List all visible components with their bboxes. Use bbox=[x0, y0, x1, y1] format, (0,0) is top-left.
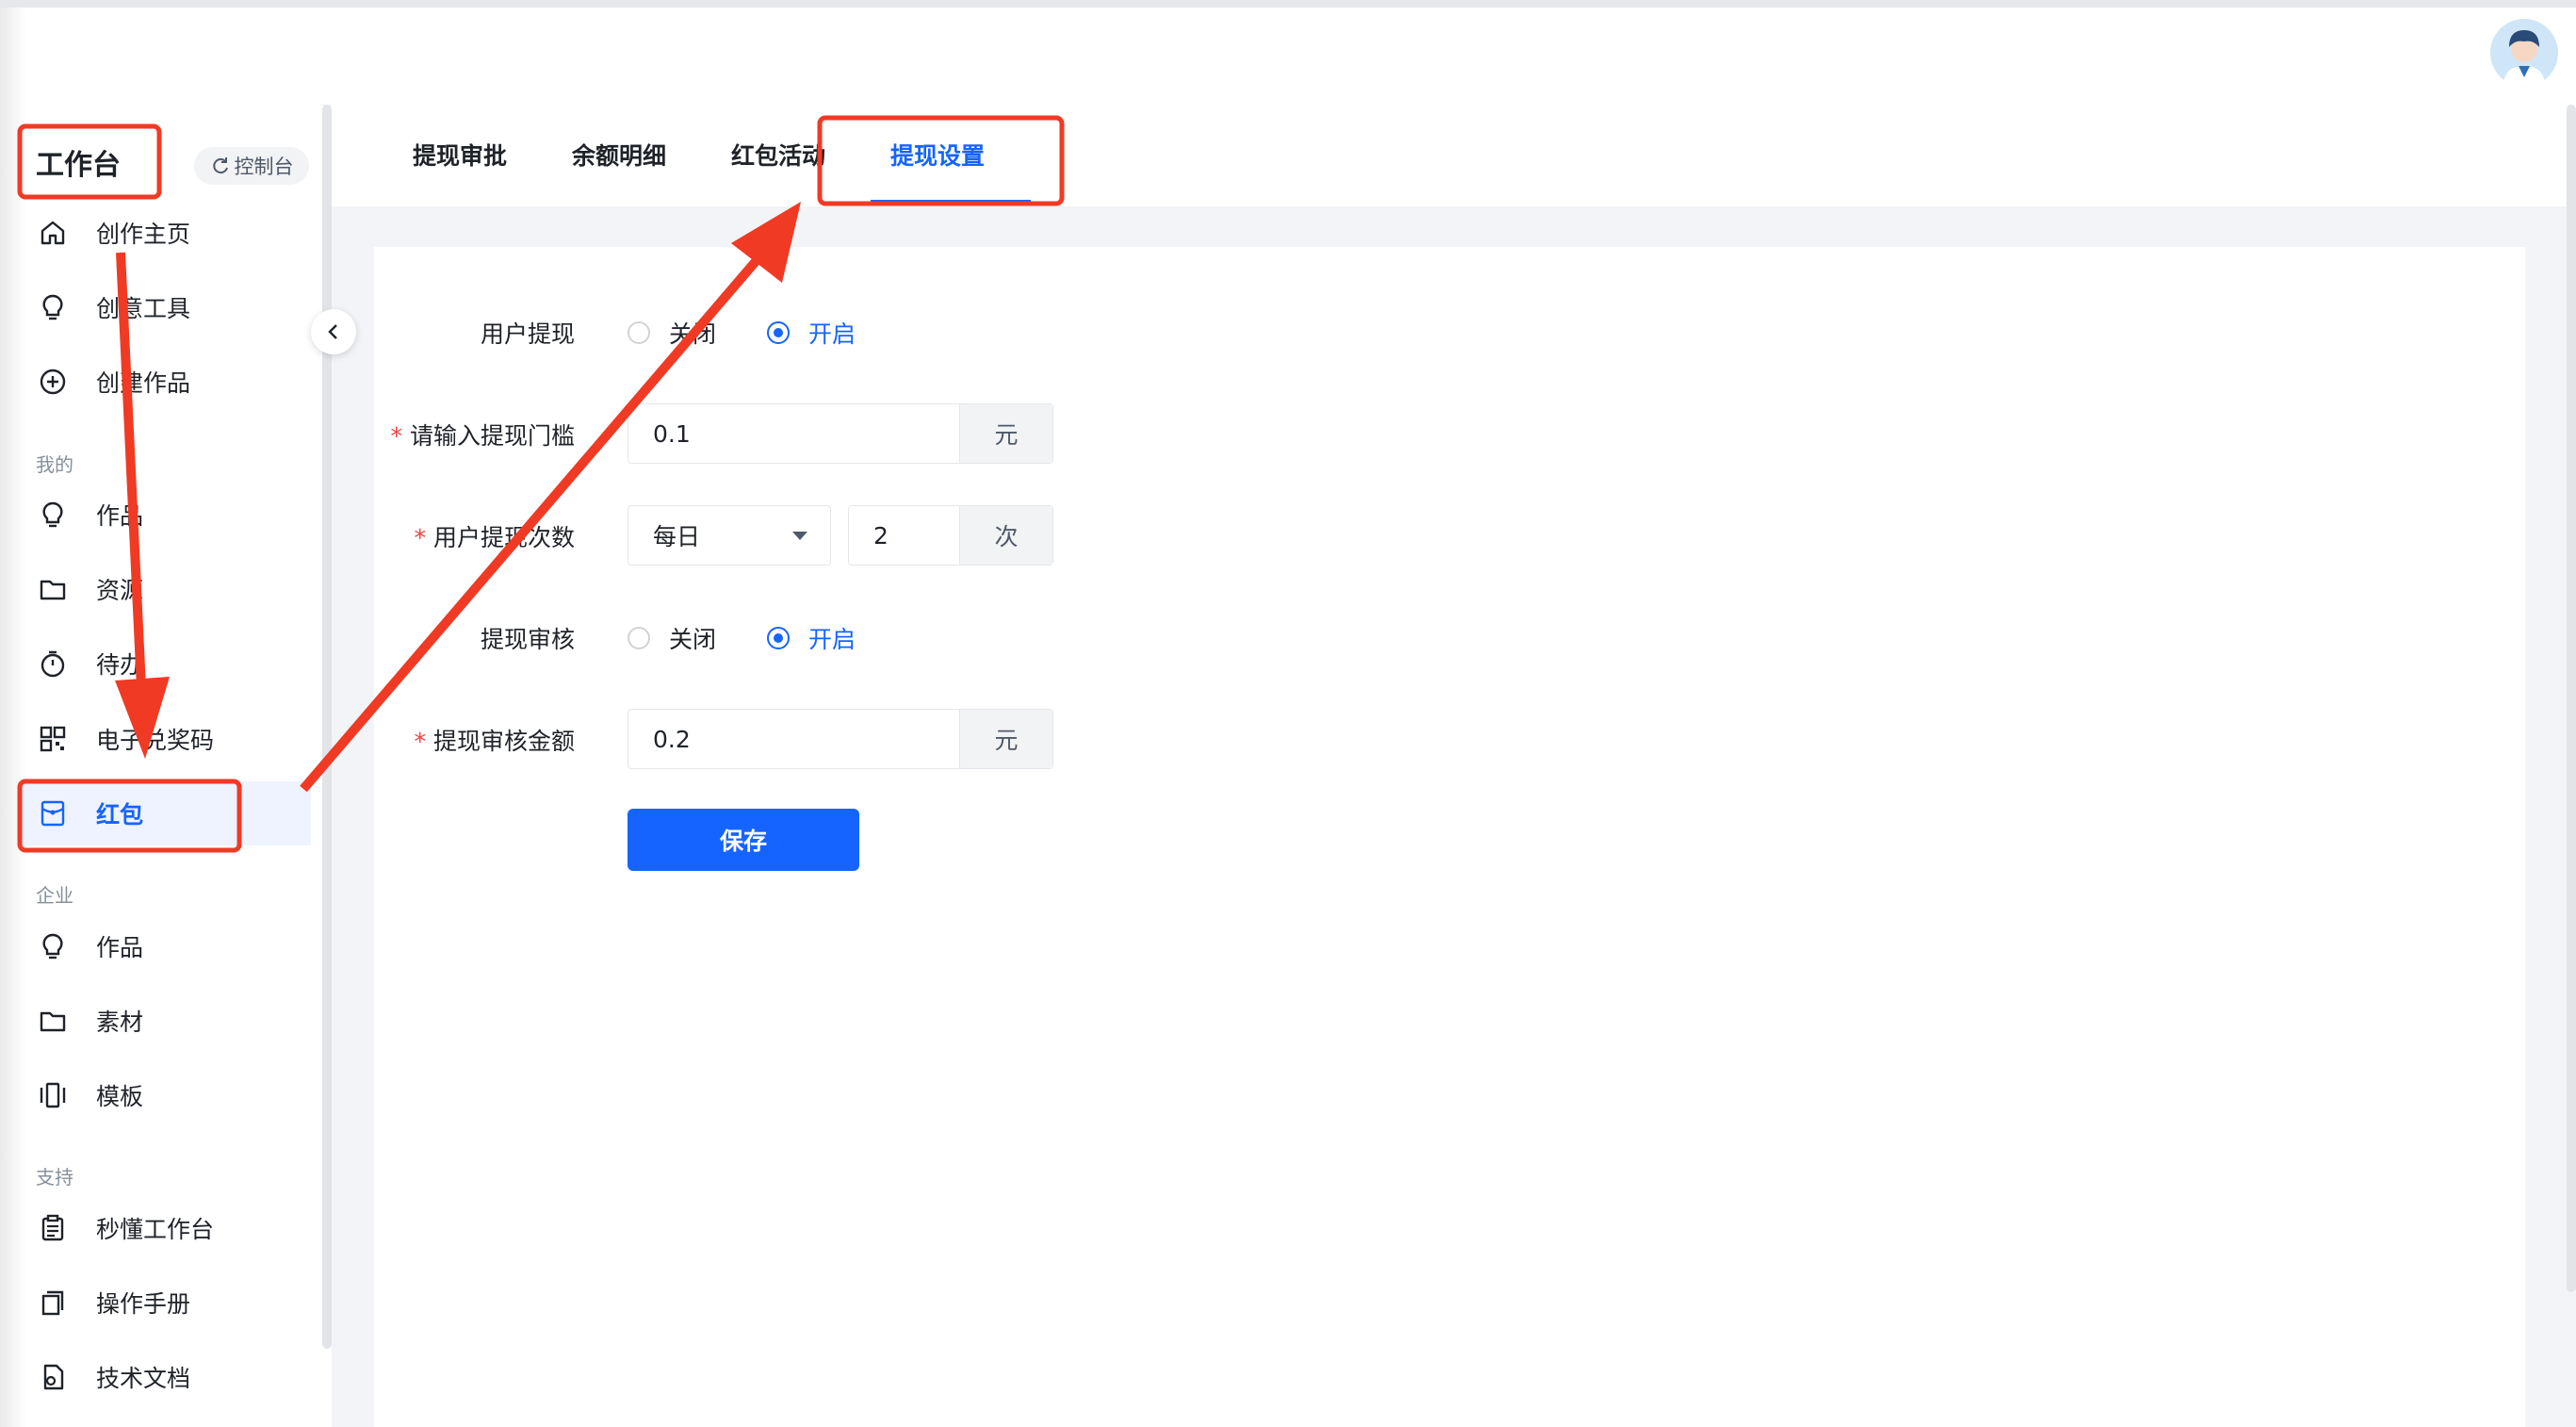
sidebar-item-label: 素材 bbox=[96, 1009, 144, 1036]
label-text: 提现审核金额 bbox=[432, 728, 575, 755]
folder-icon bbox=[36, 1004, 70, 1038]
tab-bar bbox=[332, 105, 2576, 206]
sidebar-item-manual[interactable]: 操作手册 bbox=[19, 1271, 311, 1335]
radio-circle-checked bbox=[767, 321, 790, 344]
frequency-period-value: 每日 bbox=[653, 523, 701, 550]
review-amount-unit: 元 bbox=[959, 710, 1052, 768]
radio-label: 开启 bbox=[808, 320, 856, 348]
sidebar-item-label: 创建作品 bbox=[96, 369, 191, 397]
plus-circle-icon bbox=[36, 365, 70, 399]
home-icon bbox=[36, 216, 70, 250]
active-tab-indicator bbox=[871, 200, 1031, 205]
sidebar-item-label: 模板 bbox=[96, 1083, 144, 1110]
threshold-input[interactable]: 0.1 元 bbox=[628, 403, 1053, 464]
section-label-support: 支持 bbox=[36, 1166, 73, 1189]
radio-user-withdraw-off[interactable]: 关闭 bbox=[628, 316, 716, 350]
review-amount-input[interactable]: 0.2 元 bbox=[628, 709, 1053, 769]
sidebar-item-tech-docs[interactable]: 技术文档 bbox=[19, 1345, 311, 1409]
radio-label: 开启 bbox=[808, 626, 856, 653]
avatar-icon bbox=[2490, 19, 2558, 87]
sidebar-item-red-packet[interactable]: 红包 bbox=[19, 781, 311, 845]
sidebar-item-creation-home[interactable]: 创作主页 bbox=[19, 201, 311, 265]
sidebar-item-create-work[interactable]: 创建作品 bbox=[19, 350, 311, 414]
sidebar-item-templates[interactable]: 模板 bbox=[19, 1063, 311, 1127]
threshold-unit: 元 bbox=[959, 404, 1052, 463]
field-label-frequency: * 用户提现次数 bbox=[9, 519, 575, 553]
console-button[interactable]: 控制台 bbox=[194, 147, 309, 185]
field-label-threshold: * 请输入提现门槛 bbox=[9, 418, 575, 451]
tab-red-packet-activity[interactable]: 红包活动 bbox=[731, 138, 825, 172]
required-mark: * bbox=[414, 524, 426, 551]
radio-circle bbox=[628, 321, 650, 344]
sidebar-item-label: 技术文档 bbox=[96, 1365, 191, 1392]
label-text: 提现审核 bbox=[480, 626, 575, 653]
tab-withdraw-approval[interactable]: 提现审批 bbox=[413, 138, 507, 172]
sidebar-item-resources[interactable]: 资源 bbox=[19, 557, 311, 621]
caret-down-icon bbox=[792, 531, 807, 540]
sidebar-item-quick-guide[interactable]: 秒懂工作台 bbox=[19, 1196, 311, 1260]
review-amount-value: 0.2 bbox=[653, 725, 691, 753]
sidebar-item-materials[interactable]: 素材 bbox=[19, 989, 311, 1053]
radio-label: 关闭 bbox=[669, 626, 717, 653]
top-header bbox=[0, 8, 2576, 106]
required-mark: * bbox=[414, 728, 426, 755]
red-packet-icon bbox=[36, 796, 70, 830]
frequency-count-value: 2 bbox=[873, 521, 889, 549]
tab-balance-details[interactable]: 余额明细 bbox=[572, 138, 666, 172]
console-button-label: 控制台 bbox=[234, 156, 294, 178]
label-text: 用户提现 bbox=[480, 320, 575, 348]
sidebar-item-label: 作品 bbox=[96, 934, 144, 961]
frequency-count-input[interactable]: 2 次 bbox=[848, 505, 1053, 566]
radio-review-on[interactable]: 开启 bbox=[767, 621, 856, 655]
frequency-period-select[interactable]: 每日 bbox=[628, 505, 831, 566]
label-text: 用户提现次数 bbox=[432, 524, 575, 551]
radio-label: 关闭 bbox=[669, 320, 717, 348]
document-icon bbox=[36, 1360, 70, 1394]
radio-user-withdraw-on[interactable]: 开启 bbox=[767, 316, 856, 350]
required-mark: * bbox=[390, 422, 402, 450]
frequency-count-unit: 次 bbox=[959, 506, 1052, 565]
folder-icon bbox=[36, 572, 70, 606]
field-label-review: 提现审核 bbox=[9, 621, 575, 655]
sidebar-title: 工作台 bbox=[36, 149, 121, 182]
radio-circle-checked bbox=[767, 627, 790, 649]
tab-withdraw-settings[interactable]: 提现设置 bbox=[890, 138, 985, 172]
user-avatar[interactable] bbox=[2490, 19, 2558, 87]
label-text: 请输入提现门槛 bbox=[409, 422, 575, 450]
radio-review-off[interactable]: 关闭 bbox=[628, 621, 716, 655]
sidebar-item-enterprise-works[interactable]: 作品 bbox=[19, 914, 311, 978]
refresh-icon bbox=[212, 157, 228, 174]
sidebar-item-label: 操作手册 bbox=[96, 1290, 191, 1318]
field-label-review-amount: * 提现审核金额 bbox=[9, 723, 575, 757]
sidebar-item-label: 资源 bbox=[96, 577, 144, 604]
threshold-value: 0.1 bbox=[653, 419, 691, 448]
section-label-mine: 我的 bbox=[36, 453, 73, 476]
sidebar-item-label: 秒懂工作台 bbox=[96, 1216, 215, 1243]
field-label-user-withdraw: 用户提现 bbox=[9, 316, 575, 350]
clipboard-icon bbox=[36, 1211, 70, 1245]
section-label-enterprise: 企业 bbox=[36, 884, 73, 907]
save-button[interactable]: 保存 bbox=[628, 809, 859, 871]
template-icon bbox=[36, 1078, 70, 1112]
page-scrollbar[interactable] bbox=[2567, 105, 2576, 1292]
radio-circle bbox=[628, 627, 650, 649]
lightbulb-icon bbox=[36, 929, 70, 963]
sidebar-item-label: 创作主页 bbox=[96, 221, 191, 248]
window-top-border bbox=[0, 0, 2576, 8]
sidebar-item-label: 红包 bbox=[96, 801, 144, 828]
copy-icon bbox=[36, 1286, 70, 1320]
